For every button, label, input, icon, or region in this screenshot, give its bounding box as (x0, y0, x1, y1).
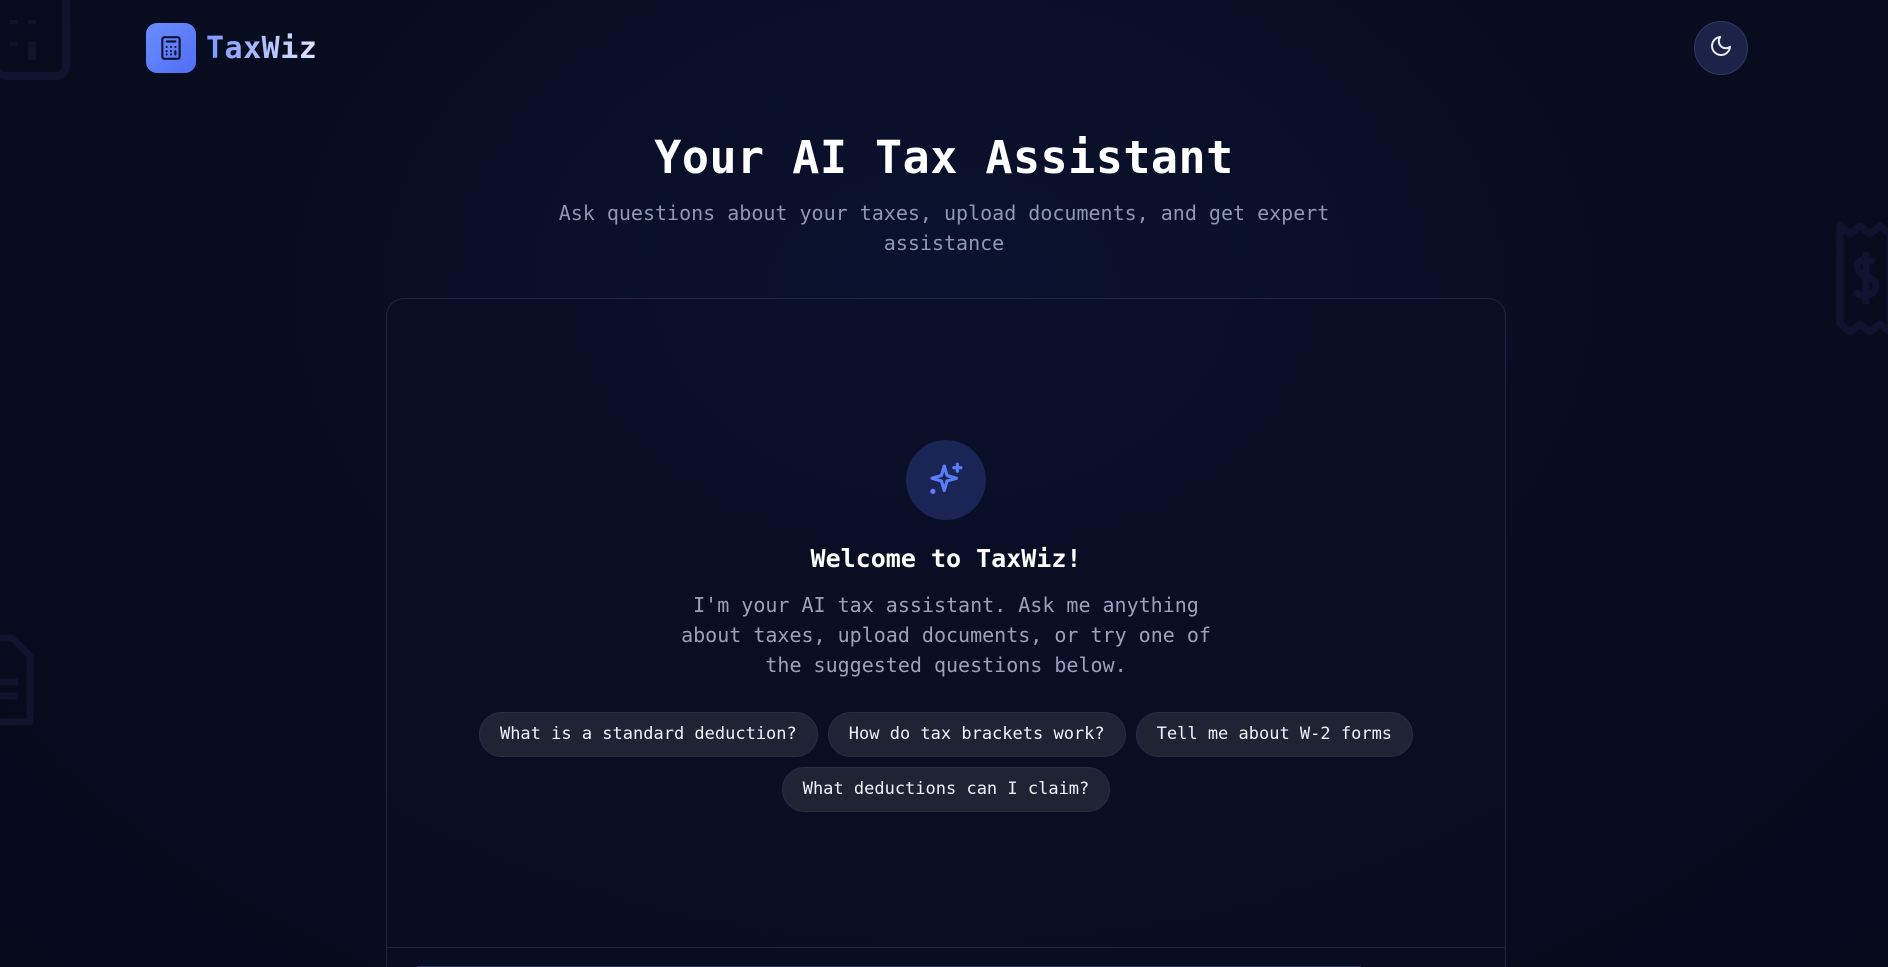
chat-messages-area: Welcome to TaxWiz! I'm your AI tax assis… (387, 299, 1505, 947)
brand-logo[interactable]: TaxWiz (146, 23, 317, 73)
page-subtitle: Ask questions about your taxes, upload d… (558, 201, 1330, 255)
chat-panel: Welcome to TaxWiz! I'm your AI tax assis… (386, 298, 1506, 967)
document-icon (0, 634, 36, 730)
theme-toggle-button[interactable] (1694, 21, 1748, 75)
welcome-message: Welcome to TaxWiz! I'm your AI tax assis… (387, 440, 1505, 812)
suggested-questions: What is a standard deduction? How do tax… (456, 712, 1436, 812)
suggestion-chip[interactable]: What deductions can I claim? (781, 767, 1111, 812)
suggestion-chip[interactable]: Tell me about W-2 forms (1135, 712, 1414, 757)
hero-section: Your AI Tax Assistant Ask questions abou… (0, 128, 1888, 258)
welcome-title: Welcome to TaxWiz! (810, 544, 1082, 573)
top-bar: TaxWiz (0, 0, 1888, 96)
moon-icon (1709, 34, 1733, 62)
suggestion-chip[interactable]: What is a standard deduction? (478, 712, 818, 757)
sparkles-icon (906, 440, 986, 520)
brand-name: TaxWiz (206, 30, 318, 66)
calculator-icon (146, 23, 196, 73)
chat-input-bar (387, 947, 1505, 967)
suggestion-chip[interactable]: How do tax brackets work? (827, 712, 1126, 757)
page-title: Your AI Tax Assistant (654, 131, 1234, 184)
welcome-text: I'm your AI tax assistant. Ask me anythi… (681, 593, 1211, 677)
